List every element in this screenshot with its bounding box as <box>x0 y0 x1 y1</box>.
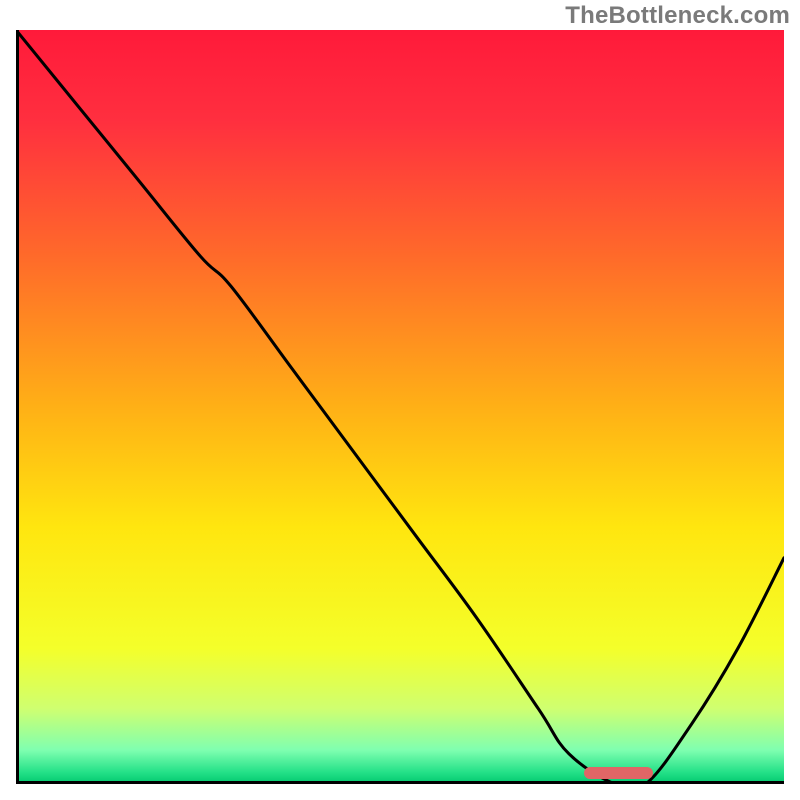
y-axis-line <box>16 30 19 784</box>
bottleneck-chart: TheBottleneck.com <box>0 0 800 800</box>
watermark-text: TheBottleneck.com <box>565 2 790 30</box>
optimum-range-marker <box>584 767 653 779</box>
plot-area <box>16 30 784 784</box>
bottleneck-curve <box>16 30 784 784</box>
x-axis-line <box>16 781 784 784</box>
